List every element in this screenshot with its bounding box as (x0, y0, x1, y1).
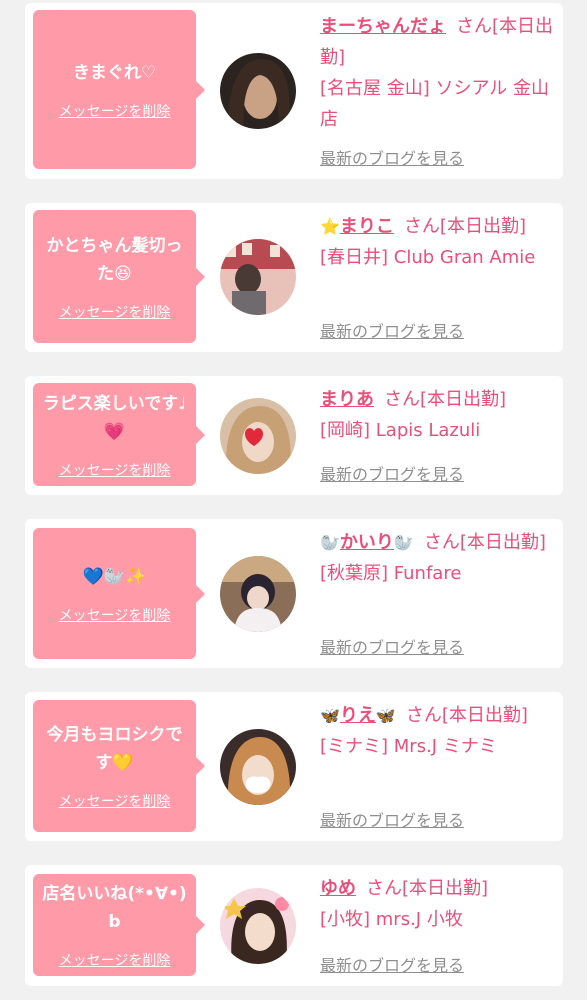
girl-avatar[interactable] (220, 239, 296, 315)
message-text: 今月もヨロシクです💛 (46, 725, 183, 773)
girl-info: 🦭かいり🦭 さん[本日出勤] [秋葉原] Funfare (320, 527, 558, 589)
message-bubble: 店名いいね(*•∀•)b メッセージを削除 (33, 874, 205, 976)
girl-avatar[interactable] (220, 53, 296, 129)
name-prefix-emoji: 🦭 (320, 533, 340, 552)
girl-name-line: 🦋りえ🦋 さん[本日出勤] (320, 700, 558, 731)
message-card: きまぐれ♡ メッセージを削除 まーちゃんだょ さん[本日出勤] [名古屋 金山] … (25, 3, 563, 179)
message-bubble: ラピス楽しいです♩💗 メッセージを削除 (33, 383, 205, 486)
shop-name: [秋葉原] Funfare (320, 563, 462, 584)
latest-blog-link[interactable]: 最新のブログを見る (320, 145, 464, 169)
latest-blog-link[interactable]: 最新のブログを見る (320, 318, 464, 342)
name-suffix-emoji: 🦭 (393, 533, 414, 552)
girl-info: まーちゃんだょ さん[本日出勤] [名古屋 金山] ソシアル 金山店 (320, 11, 558, 135)
girl-info: ⭐️まりこ さん[本日出勤] [春日井] Club Gran Amie (320, 211, 558, 273)
girl-name-line: ゆめ さん[本日出勤] (320, 873, 558, 904)
delete-message-link[interactable]: メッセージを削除 (59, 791, 171, 811)
message-bubble: 💙🦭✨ メッセージを削除 (33, 528, 205, 659)
girl-name-line: まりあ さん[本日出勤] (320, 384, 558, 415)
girl-info: ゆめ さん[本日出勤] [小牧] mrs.J 小牧 (320, 873, 558, 935)
name-prefix-emoji: 🦋 (320, 706, 340, 725)
girl-name-line: ⭐️まりこ さん[本日出勤] (320, 211, 558, 242)
girl-name-link[interactable]: まーちゃんだょ (320, 16, 446, 37)
message-text: きまぐれ♡ (72, 62, 157, 83)
girl-info: まりあ さん[本日出勤] [岡崎] Lapis Lazuli (320, 384, 558, 446)
girl-info: 🦋りえ🦋 さん[本日出勤] [ミナミ] Mrs.J ミナミ (320, 700, 558, 762)
message-bubble: かとちゃん髪切った😆 メッセージを削除 (33, 210, 205, 343)
shop-name: [小牧] mrs.J 小牧 (320, 909, 463, 930)
delete-message-link[interactable]: メッセージを削除 (59, 605, 171, 625)
girl-name-link[interactable]: まりあ (320, 389, 374, 410)
message-card: かとちゃん髪切った😆 メッセージを削除 ⭐️まりこ さん[本日出勤] [春日井] … (25, 203, 563, 352)
girl-name-link[interactable]: りえ (340, 705, 376, 726)
girl-name-link[interactable]: かいり (340, 532, 394, 553)
latest-blog-link[interactable]: 最新のブログを見る (320, 461, 464, 485)
message-list: きまぐれ♡ メッセージを削除 まーちゃんだょ さん[本日出勤] [名古屋 金山] … (0, 0, 587, 1000)
girl-avatar[interactable] (220, 398, 296, 474)
girl-avatar[interactable] (220, 729, 296, 805)
work-status: さん[本日出勤] (423, 532, 546, 553)
shop-name: [春日井] Club Gran Amie (320, 247, 536, 268)
message-text: 💙🦭✨ (82, 566, 147, 587)
delete-message-link[interactable]: メッセージを削除 (59, 101, 171, 121)
girl-name-line: まーちゃんだょ さん[本日出勤] (320, 11, 558, 73)
work-status: さん[本日出勤] (366, 878, 489, 899)
message-bubble: きまぐれ♡ メッセージを削除 (33, 10, 205, 169)
message-card: 💙🦭✨ メッセージを削除 🦭かいり🦭 さん[本日出勤] [秋葉原] Funfare… (25, 519, 563, 668)
latest-blog-link[interactable]: 最新のブログを見る (320, 634, 464, 658)
girl-avatar[interactable] (220, 888, 296, 964)
girl-name-link[interactable]: まりこ (340, 216, 394, 237)
message-text: かとちゃん髪切った😆 (46, 235, 183, 284)
girl-name-link[interactable]: ゆめ (320, 878, 356, 899)
message-card: ラピス楽しいです♩💗 メッセージを削除 まりあ さん[本日出勤] [岡崎] Lap… (25, 376, 563, 495)
message-card: 店名いいね(*•∀•)b メッセージを削除 ゆめ さん[本日出勤] [小牧] mr… (25, 865, 563, 986)
name-prefix-emoji: ⭐️ (320, 217, 340, 236)
delete-message-link[interactable]: メッセージを削除 (59, 950, 171, 970)
shop-name: [名古屋 金山] ソシアル 金山店 (320, 78, 550, 130)
girl-avatar[interactable] (220, 556, 296, 632)
shop-name: [ミナミ] Mrs.J ミナミ (320, 736, 497, 757)
message-card: 今月もヨロシクです💛 メッセージを削除 🦋りえ🦋 さん[本日出勤] [ミナミ] M… (25, 692, 563, 841)
work-status: さん[本日出勤] (403, 216, 526, 237)
delete-message-link[interactable]: メッセージを削除 (59, 460, 171, 480)
girl-name-line: 🦭かいり🦭 さん[本日出勤] (320, 527, 558, 558)
name-suffix-emoji: 🦋 (375, 706, 396, 725)
work-status: さん[本日出勤] (405, 705, 528, 726)
delete-message-link[interactable]: メッセージを削除 (59, 302, 171, 322)
message-text: ラピス楽しいです♩💗 (42, 393, 187, 442)
latest-blog-link[interactable]: 最新のブログを見る (320, 807, 464, 831)
message-bubble: 今月もヨロシクです💛 メッセージを削除 (33, 700, 205, 832)
latest-blog-link[interactable]: 最新のブログを見る (320, 952, 464, 976)
message-text: 店名いいね(*•∀•)b (42, 884, 187, 932)
work-status: さん[本日出勤] (384, 389, 507, 410)
shop-name: [岡崎] Lapis Lazuli (320, 420, 481, 441)
